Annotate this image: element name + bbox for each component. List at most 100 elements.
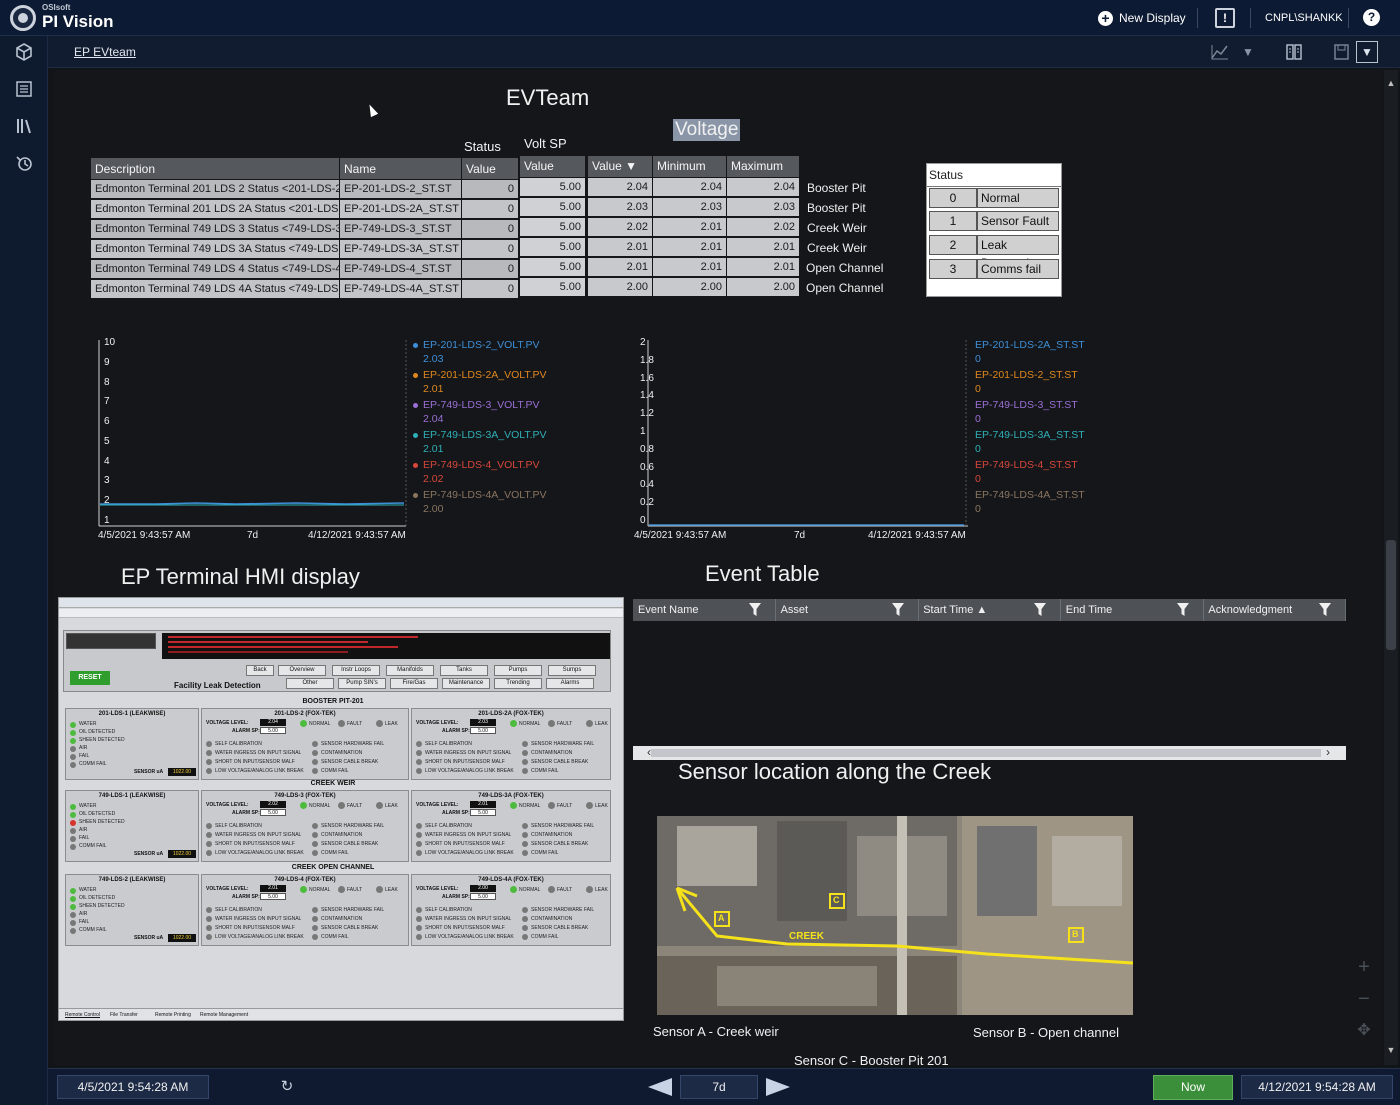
pi-vision-logo-icon[interactable] [10, 5, 36, 31]
attributes-list-icon[interactable] [14, 79, 34, 99]
col-status-value[interactable]: Value [462, 158, 518, 179]
legend-item[interactable]: EP-749-LDS-4_ST.ST [975, 458, 1078, 472]
hmi-nav-button[interactable]: Pumps [494, 665, 542, 676]
col-voltage-value[interactable]: Value ▼ [588, 156, 652, 177]
legend-item[interactable]: EP-749-LDS-4A_ST.ST [975, 488, 1085, 502]
scroll-thumb[interactable] [1386, 540, 1396, 650]
end-time-input[interactable]: 4/12/2021 9:54:28 AM [1241, 1075, 1393, 1099]
hmi-alarm-sp-label: ALARM SP: [232, 810, 260, 816]
legend-item[interactable]: EP-201-LDS-2_ST.ST [975, 368, 1078, 382]
col-name[interactable]: Name [340, 158, 461, 179]
hmi-status-label: NORMAL [309, 803, 331, 809]
col-voltsp-value[interactable]: Value [520, 156, 585, 177]
filter-icon[interactable] [1319, 603, 1332, 616]
col-minimum[interactable]: Minimum [653, 156, 726, 177]
hmi-panel[interactable]: 749-LDS-2 (LEAKWISE) WATER OIL DETECTED SHE… [65, 874, 199, 946]
hmi-tab[interactable]: File Transfer [110, 1012, 138, 1018]
hmi-fault-label: CONTAMINATION [531, 916, 573, 922]
save-icon[interactable] [1332, 43, 1352, 61]
hmi-nav-button[interactable]: Sumps [548, 665, 596, 676]
hmi-nav-button[interactable]: Overview [278, 665, 326, 676]
hmi-fault-icon [206, 759, 212, 765]
hmi-nav-button[interactable]: Tanks [440, 665, 488, 676]
vertical-scrollbar[interactable]: ▲ ▼ [1384, 70, 1398, 1065]
breadcrumb-display[interactable]: EP EVteam [74, 45, 136, 59]
legend-item[interactable]: EP-749-LDS-3_VOLT.PV [413, 398, 540, 412]
col-description[interactable]: Description [91, 158, 339, 179]
zoom-out-icon[interactable]: − [1354, 989, 1374, 1009]
hmi-panel[interactable]: 749-LDS-1 (LEAKWISE) WATER OIL DETECTED SHE… [65, 790, 199, 862]
filter-icon[interactable] [749, 603, 761, 616]
col-maximum[interactable]: Maximum [727, 156, 799, 177]
refresh-icon[interactable]: ↻ [277, 1077, 297, 1097]
start-time-input[interactable]: 4/5/2021 9:54:28 AM [57, 1075, 209, 1099]
event-table-scrollbar[interactable]: ‹ › [633, 745, 1346, 760]
scroll-down-icon[interactable]: ▼ [1385, 1045, 1397, 1057]
trend-type-icon[interactable] [1210, 43, 1230, 61]
hmi-panel[interactable]: 201-LDS-2 (FOX-TEK) VOLTAGE LEVEL: 2.04 ALA… [201, 708, 409, 780]
event-column-header[interactable]: Acknowledgment [1203, 599, 1347, 621]
hmi-reset-button[interactable]: RESET [70, 671, 110, 685]
event-scroll-thumb[interactable] [651, 749, 1321, 757]
hmi-nav-button[interactable]: Back [246, 665, 274, 676]
hmi-status-label: LEAK [385, 803, 398, 809]
legend-item[interactable]: EP-749-LDS-4A_VOLT.PV [413, 488, 547, 502]
hmi-fault-icon [206, 841, 212, 847]
chevron-down-icon[interactable]: ▼ [1238, 43, 1258, 61]
hmi-screenshot[interactable]: RESET Facility Leak Detection Back Overvi… [58, 597, 624, 1021]
hmi-nav-button[interactable]: Fire/Gas [390, 678, 438, 689]
hmi-nav-button[interactable]: Maintenance [442, 678, 490, 689]
events-icon[interactable] [14, 153, 34, 173]
feedback-icon[interactable]: ! [1215, 8, 1235, 28]
hmi-tab[interactable]: Remote Management [200, 1012, 248, 1018]
symbol-library-icon[interactable] [1284, 43, 1304, 61]
event-column-header[interactable]: End Time [1061, 599, 1204, 621]
user-name[interactable]: CNPL\SHANKK [1265, 12, 1343, 24]
legend-item[interactable]: EP-749-LDS-3A_VOLT.PV [413, 428, 547, 442]
hmi-nav-button[interactable]: Alarms [546, 678, 594, 689]
hmi-nav-button[interactable]: Trending [494, 678, 542, 689]
hmi-panel[interactable]: 749-LDS-3 (FOX-TEK) VOLTAGE LEVEL: 2.02 ALA… [201, 790, 409, 862]
hmi-tab[interactable]: Remote Printing [155, 1012, 191, 1018]
legend-item[interactable]: EP-201-LDS-2A_VOLT.PV [413, 368, 547, 382]
hmi-nav-button[interactable]: Manifolds [386, 665, 434, 676]
scroll-up-icon[interactable]: ▲ [1385, 78, 1397, 90]
save-menu-chevron-icon[interactable]: ▼ [1356, 41, 1378, 63]
app-name[interactable]: PI Vision [42, 12, 114, 32]
filter-icon[interactable] [1176, 603, 1189, 616]
legend-item[interactable]: EP-749-LDS-3_ST.ST [975, 398, 1078, 412]
hmi-nav-button[interactable]: Instr Loops [332, 665, 380, 676]
event-column-header[interactable]: Event Name [633, 599, 776, 621]
voltage-trend-plot[interactable] [96, 338, 408, 528]
hmi-panel[interactable]: 749-LDS-4 (FOX-TEK) VOLTAGE LEVEL: 2.01 ALA… [201, 874, 409, 946]
legend-item[interactable]: EP-201-LDS-2A_ST.ST [975, 338, 1085, 352]
duration-input[interactable]: 7d [680, 1075, 758, 1099]
new-display-button[interactable]: + New Display [1098, 8, 1186, 28]
asset-cube-icon[interactable] [14, 42, 34, 62]
scroll-right-icon[interactable]: › [1326, 745, 1330, 759]
filter-icon[interactable] [891, 603, 904, 616]
time-forward-icon[interactable] [766, 1078, 790, 1096]
now-button[interactable]: Now [1153, 1075, 1233, 1100]
library-icon[interactable] [14, 116, 34, 136]
hmi-nav-button[interactable]: Other [286, 678, 334, 689]
hmi-nav-button[interactable]: Pump SIN's [338, 678, 386, 689]
event-column-header[interactable]: Asset [776, 599, 919, 621]
hmi-panel[interactable]: 749-LDS-3A (FOX-TEK) VOLTAGE LEVEL: 2.01 AL… [411, 790, 611, 862]
aerial-photo[interactable]: A C B CREEK [657, 816, 1133, 1015]
zoom-in-icon[interactable]: + [1354, 957, 1374, 977]
legend-tag: EP-201-LDS-2A_VOLT.PV [423, 369, 547, 381]
help-icon[interactable]: ? [1363, 9, 1380, 26]
time-back-icon[interactable] [648, 1078, 672, 1096]
hmi-tab[interactable]: Remote Control [65, 1012, 100, 1018]
filter-icon[interactable] [1034, 603, 1047, 616]
hmi-panel[interactable]: 201-LDS-2A (FOX-TEK) VOLTAGE LEVEL: 2.03 AL… [411, 708, 611, 780]
legend-item[interactable]: EP-201-LDS-2_VOLT.PV [413, 338, 540, 352]
legend-item[interactable]: EP-749-LDS-4_VOLT.PV [413, 458, 540, 472]
fit-to-screen-icon[interactable]: ✥ [1354, 1021, 1374, 1041]
status-trend-plot[interactable] [634, 338, 970, 528]
hmi-panel[interactable]: 749-LDS-4A (FOX-TEK) VOLTAGE LEVEL: 2.00 AL… [411, 874, 611, 946]
legend-item[interactable]: EP-749-LDS-3A_ST.ST [975, 428, 1085, 442]
hmi-panel[interactable]: 201-LDS-1 (LEAKWISE) WATER OIL DETECTED SHE… [65, 708, 199, 780]
event-column-header[interactable]: Start Time ▲ [918, 599, 1062, 621]
